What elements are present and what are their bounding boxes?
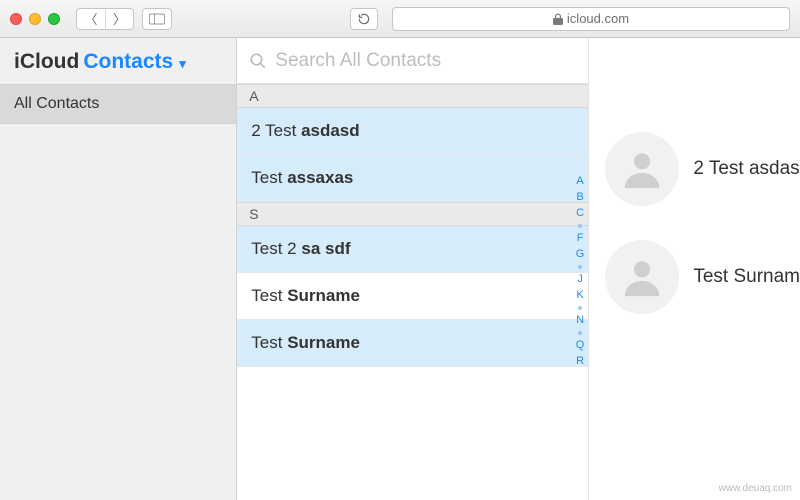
contact-row[interactable]: Test assaxas [237, 155, 588, 202]
contact-detail-panel: 2 Test asdas Test Surnam [589, 38, 800, 500]
detail-card: 2 Test asdas [589, 124, 800, 232]
search-icon [249, 52, 267, 70]
contact-bold: sa sdf [301, 239, 350, 258]
contact-bold: asdasd [301, 121, 360, 140]
forward-button[interactable]: 〉 [105, 9, 133, 29]
alpha-index-letter[interactable]: J [577, 274, 583, 285]
close-window-button[interactable] [10, 13, 22, 25]
avatar [605, 240, 679, 314]
window-controls [10, 13, 60, 25]
alpha-index-letter[interactable]: A [576, 176, 583, 187]
alpha-index-letter[interactable]: F [577, 233, 584, 244]
contact-prefix: 2 Test [251, 121, 301, 140]
contact-prefix: Test 2 [251, 239, 301, 258]
url-host-text: icloud.com [567, 11, 629, 26]
alpha-index-dot[interactable] [578, 224, 582, 228]
app-brand-label: iCloud [14, 50, 79, 74]
chevron-down-icon: ▾ [179, 56, 186, 72]
contacts-app: iCloud Contacts ▾ All Contacts A 2 Test … [0, 38, 800, 500]
contact-prefix: Test [251, 286, 287, 305]
maximize-window-button[interactable] [48, 13, 60, 25]
browser-toolbar: 〈 〉 icloud.com [0, 0, 800, 38]
app-section-label: Contacts [83, 50, 173, 74]
show-sidebar-button[interactable] [142, 8, 172, 30]
minimize-window-button[interactable] [29, 13, 41, 25]
alpha-index-letter[interactable]: Q [576, 340, 585, 351]
sidebar-icon [149, 13, 165, 25]
nav-buttons: 〈 〉 [76, 8, 134, 30]
detail-name: Test Surnam [693, 266, 800, 288]
alpha-index-letter[interactable]: K [576, 290, 583, 301]
contact-bold: Surname [287, 286, 360, 305]
alpha-index-letter[interactable]: R [576, 356, 584, 367]
contact-prefix: Test [251, 333, 287, 352]
alpha-index[interactable]: ABC FG JK N QR [576, 176, 585, 367]
contact-prefix: Test [251, 168, 287, 187]
alpha-index-letter[interactable]: G [576, 249, 585, 260]
alpha-index-letter[interactable]: N [576, 315, 584, 326]
section-header-a: A [237, 84, 588, 108]
back-button[interactable]: 〈 [77, 9, 105, 29]
avatar [605, 132, 679, 206]
alpha-index-dot[interactable] [578, 306, 582, 310]
sidebar-item-all-contacts[interactable]: All Contacts [0, 84, 236, 124]
person-icon [619, 254, 665, 300]
contacts-list-panel: A 2 Test asdasd Test assaxas S Test 2 sa… [237, 38, 589, 500]
detail-card: Test Surnam [589, 232, 800, 340]
lock-icon [553, 13, 563, 25]
reload-icon [357, 12, 371, 26]
section-header-s: S [237, 202, 588, 226]
alpha-index-letter[interactable]: B [576, 192, 583, 203]
search-row [237, 38, 588, 84]
contact-bold: Surname [287, 333, 360, 352]
contact-row[interactable]: Test Surname [237, 273, 588, 320]
contact-row[interactable]: 2 Test asdasd [237, 108, 588, 155]
watermark: www.deuaq.com [719, 483, 792, 494]
app-title-dropdown[interactable]: iCloud Contacts ▾ [0, 38, 236, 84]
alpha-index-letter[interactable]: C [576, 208, 584, 219]
person-icon [619, 146, 665, 192]
contact-row[interactable]: Test 2 sa sdf [237, 226, 588, 273]
search-input[interactable] [275, 50, 576, 72]
detail-name: 2 Test asdas [693, 158, 799, 180]
reload-button[interactable] [350, 8, 378, 30]
groups-sidebar: iCloud Contacts ▾ All Contacts [0, 38, 237, 500]
alpha-index-dot[interactable] [578, 331, 582, 335]
contact-row[interactable]: Test Surname [237, 320, 588, 367]
address-bar[interactable]: icloud.com [392, 7, 790, 31]
alpha-index-dot[interactable] [578, 265, 582, 269]
contact-bold: assaxas [287, 168, 353, 187]
